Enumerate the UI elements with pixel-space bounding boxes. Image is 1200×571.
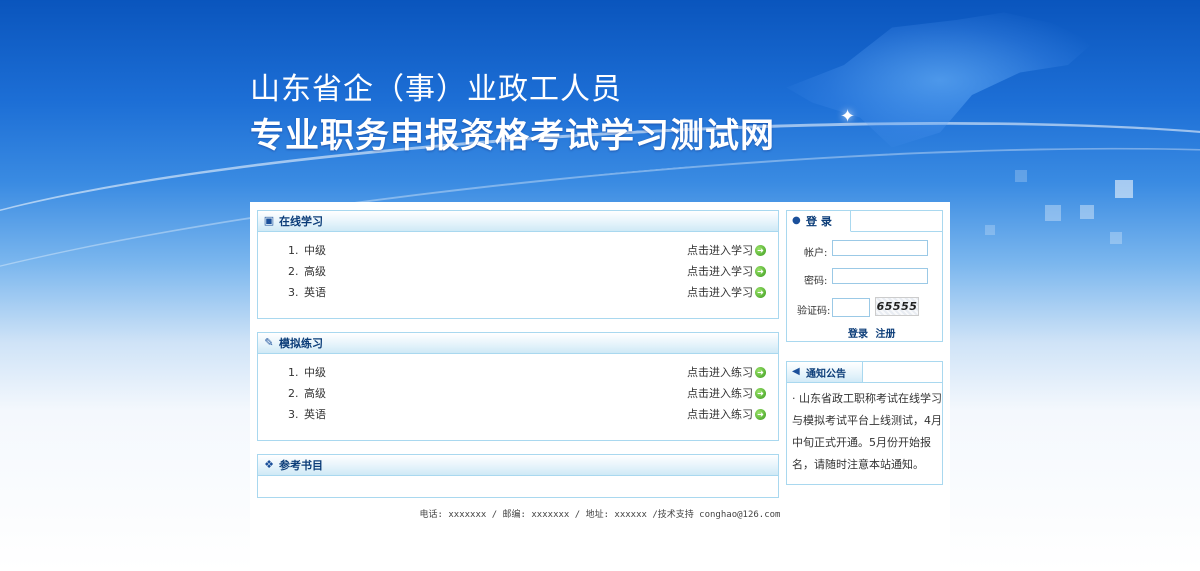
list-item: 3. 英语 点击进入练习 ➜ xyxy=(258,404,778,425)
decor-square xyxy=(1045,205,1061,221)
arrow-right-icon: ➜ xyxy=(755,245,766,256)
item-number: 1. xyxy=(288,244,299,257)
list-item: 2. 高级 点击进入学习 ➜ xyxy=(258,261,778,282)
password-label: 密码: xyxy=(804,276,828,287)
item-name: 中级 xyxy=(304,366,326,379)
item-name: 英语 xyxy=(304,408,326,421)
online-study-panel: ▣ 在线学习 1. 中级 点击进入学习 ➜ 2. 高级 点击进入学习 ➜ 3. 英语… xyxy=(257,210,779,319)
enter-study-link[interactable]: 点击进入学习 ➜ xyxy=(687,261,766,282)
notice-text: · 山东省政工职称考试在线学习与模拟考试平台上线测试，4月中旬正式开通。5月份开… xyxy=(792,392,942,471)
item-number: 1. xyxy=(288,366,299,379)
account-input[interactable] xyxy=(832,240,928,256)
notice-panel: ◀ 通知公告 · 山东省政工职称考试在线学习与模拟考试平台上线测试，4月中旬正式… xyxy=(786,361,943,485)
notice-tab: ◀ 通知公告 xyxy=(787,362,863,382)
decor-square xyxy=(985,225,995,235)
login-actions: 登录 注册 xyxy=(848,325,895,340)
book-stack-icon: ❖ xyxy=(264,458,274,471)
decor-square xyxy=(1080,205,1094,219)
link-label: 点击进入学习 xyxy=(687,265,753,278)
arrow-right-icon: ➜ xyxy=(755,266,766,277)
password-input[interactable] xyxy=(832,268,928,284)
pencil-icon: ✎ xyxy=(264,336,274,349)
item-name: 英语 xyxy=(304,286,326,299)
online-study-header: ▣ 在线学习 xyxy=(258,211,778,232)
item-number: 3. xyxy=(288,286,299,299)
user-icon: ● xyxy=(792,215,801,226)
login-button[interactable]: 登录 xyxy=(848,329,868,340)
arrow-right-icon: ➜ xyxy=(755,287,766,298)
decor-square xyxy=(1115,180,1133,198)
link-label: 点击进入学习 xyxy=(687,244,753,257)
login-panel: ● 登 录 帐户: 密码: 验证码: 65555 登录 注册 xyxy=(786,210,943,342)
link-label: 点击进入学习 xyxy=(687,286,753,299)
arrow-right-icon: ➜ xyxy=(755,367,766,378)
register-button[interactable]: 注册 xyxy=(875,329,895,340)
mock-practice-title: 模拟练习 xyxy=(279,337,323,350)
mock-practice-panel: ✎ 模拟练习 1. 中级 点击进入练习 ➜ 2. 高级 点击进入练习 ➜ 3. 英语… xyxy=(257,332,779,441)
list-item: 1. 中级 点击进入学习 ➜ xyxy=(258,240,778,261)
arrow-right-icon: ➜ xyxy=(755,388,766,399)
site-title-line2: 专业职务申报资格考试学习测试网 xyxy=(250,116,775,156)
mock-practice-list: 1. 中级 点击进入练习 ➜ 2. 高级 点击进入练习 ➜ 3. 英语 点击进入练习… xyxy=(258,354,778,425)
login-tab: ● 登 录 xyxy=(787,211,851,232)
enter-practice-link[interactable]: 点击进入练习 ➜ xyxy=(687,383,766,404)
account-label: 帐户: xyxy=(804,248,828,259)
item-name: 中级 xyxy=(304,244,326,257)
login-title: 登 录 xyxy=(806,215,832,228)
reference-books-title: 参考书目 xyxy=(279,459,323,472)
online-study-list: 1. 中级 点击进入学习 ➜ 2. 高级 点击进入学习 ➜ 3. 英语 点击进入学习… xyxy=(258,232,778,303)
reference-books-panel: ❖ 参考书目 xyxy=(257,454,779,498)
footer: 电话: xxxxxxx / 邮编: xxxxxxx / 地址: xxxxxx /… xyxy=(419,510,781,520)
decor-square xyxy=(1015,170,1027,182)
item-name: 高级 xyxy=(304,265,326,278)
computer-icon: ▣ xyxy=(263,214,275,227)
item-number: 3. xyxy=(288,408,299,421)
enter-practice-link[interactable]: 点击进入练习 ➜ xyxy=(687,362,766,383)
item-name: 高级 xyxy=(304,387,326,400)
item-number: 2. xyxy=(288,387,299,400)
link-label: 点击进入练习 xyxy=(687,366,753,379)
arrow-right-icon: ➜ xyxy=(755,409,766,420)
reference-books-header: ❖ 参考书目 xyxy=(258,455,778,476)
list-item: 2. 高级 点击进入练习 ➜ xyxy=(258,383,778,404)
enter-practice-link[interactable]: 点击进入练习 ➜ xyxy=(687,404,766,425)
link-label: 点击进入练习 xyxy=(687,387,753,400)
mock-practice-header: ✎ 模拟练习 xyxy=(258,333,778,354)
notice-title: 通知公告 xyxy=(806,368,846,380)
online-study-title: 在线学习 xyxy=(279,215,323,228)
enter-study-link[interactable]: 点击进入学习 ➜ xyxy=(687,282,766,303)
link-label: 点击进入练习 xyxy=(687,408,753,421)
enter-study-link[interactable]: 点击进入学习 ➜ xyxy=(687,240,766,261)
speaker-icon: ◀ xyxy=(792,366,800,377)
captcha-label: 验证码: xyxy=(797,306,831,317)
captcha-image[interactable]: 65555 xyxy=(875,297,919,316)
item-number: 2. xyxy=(288,265,299,278)
list-item: 3. 英语 点击进入学习 ➜ xyxy=(258,282,778,303)
captcha-input[interactable] xyxy=(832,298,870,317)
site-title-line1: 山东省企（事）业政工人员 xyxy=(250,72,622,107)
decor-square xyxy=(1110,232,1122,244)
sparkle-icon: ✦ xyxy=(840,106,856,127)
list-item: 1. 中级 点击进入练习 ➜ xyxy=(258,362,778,383)
